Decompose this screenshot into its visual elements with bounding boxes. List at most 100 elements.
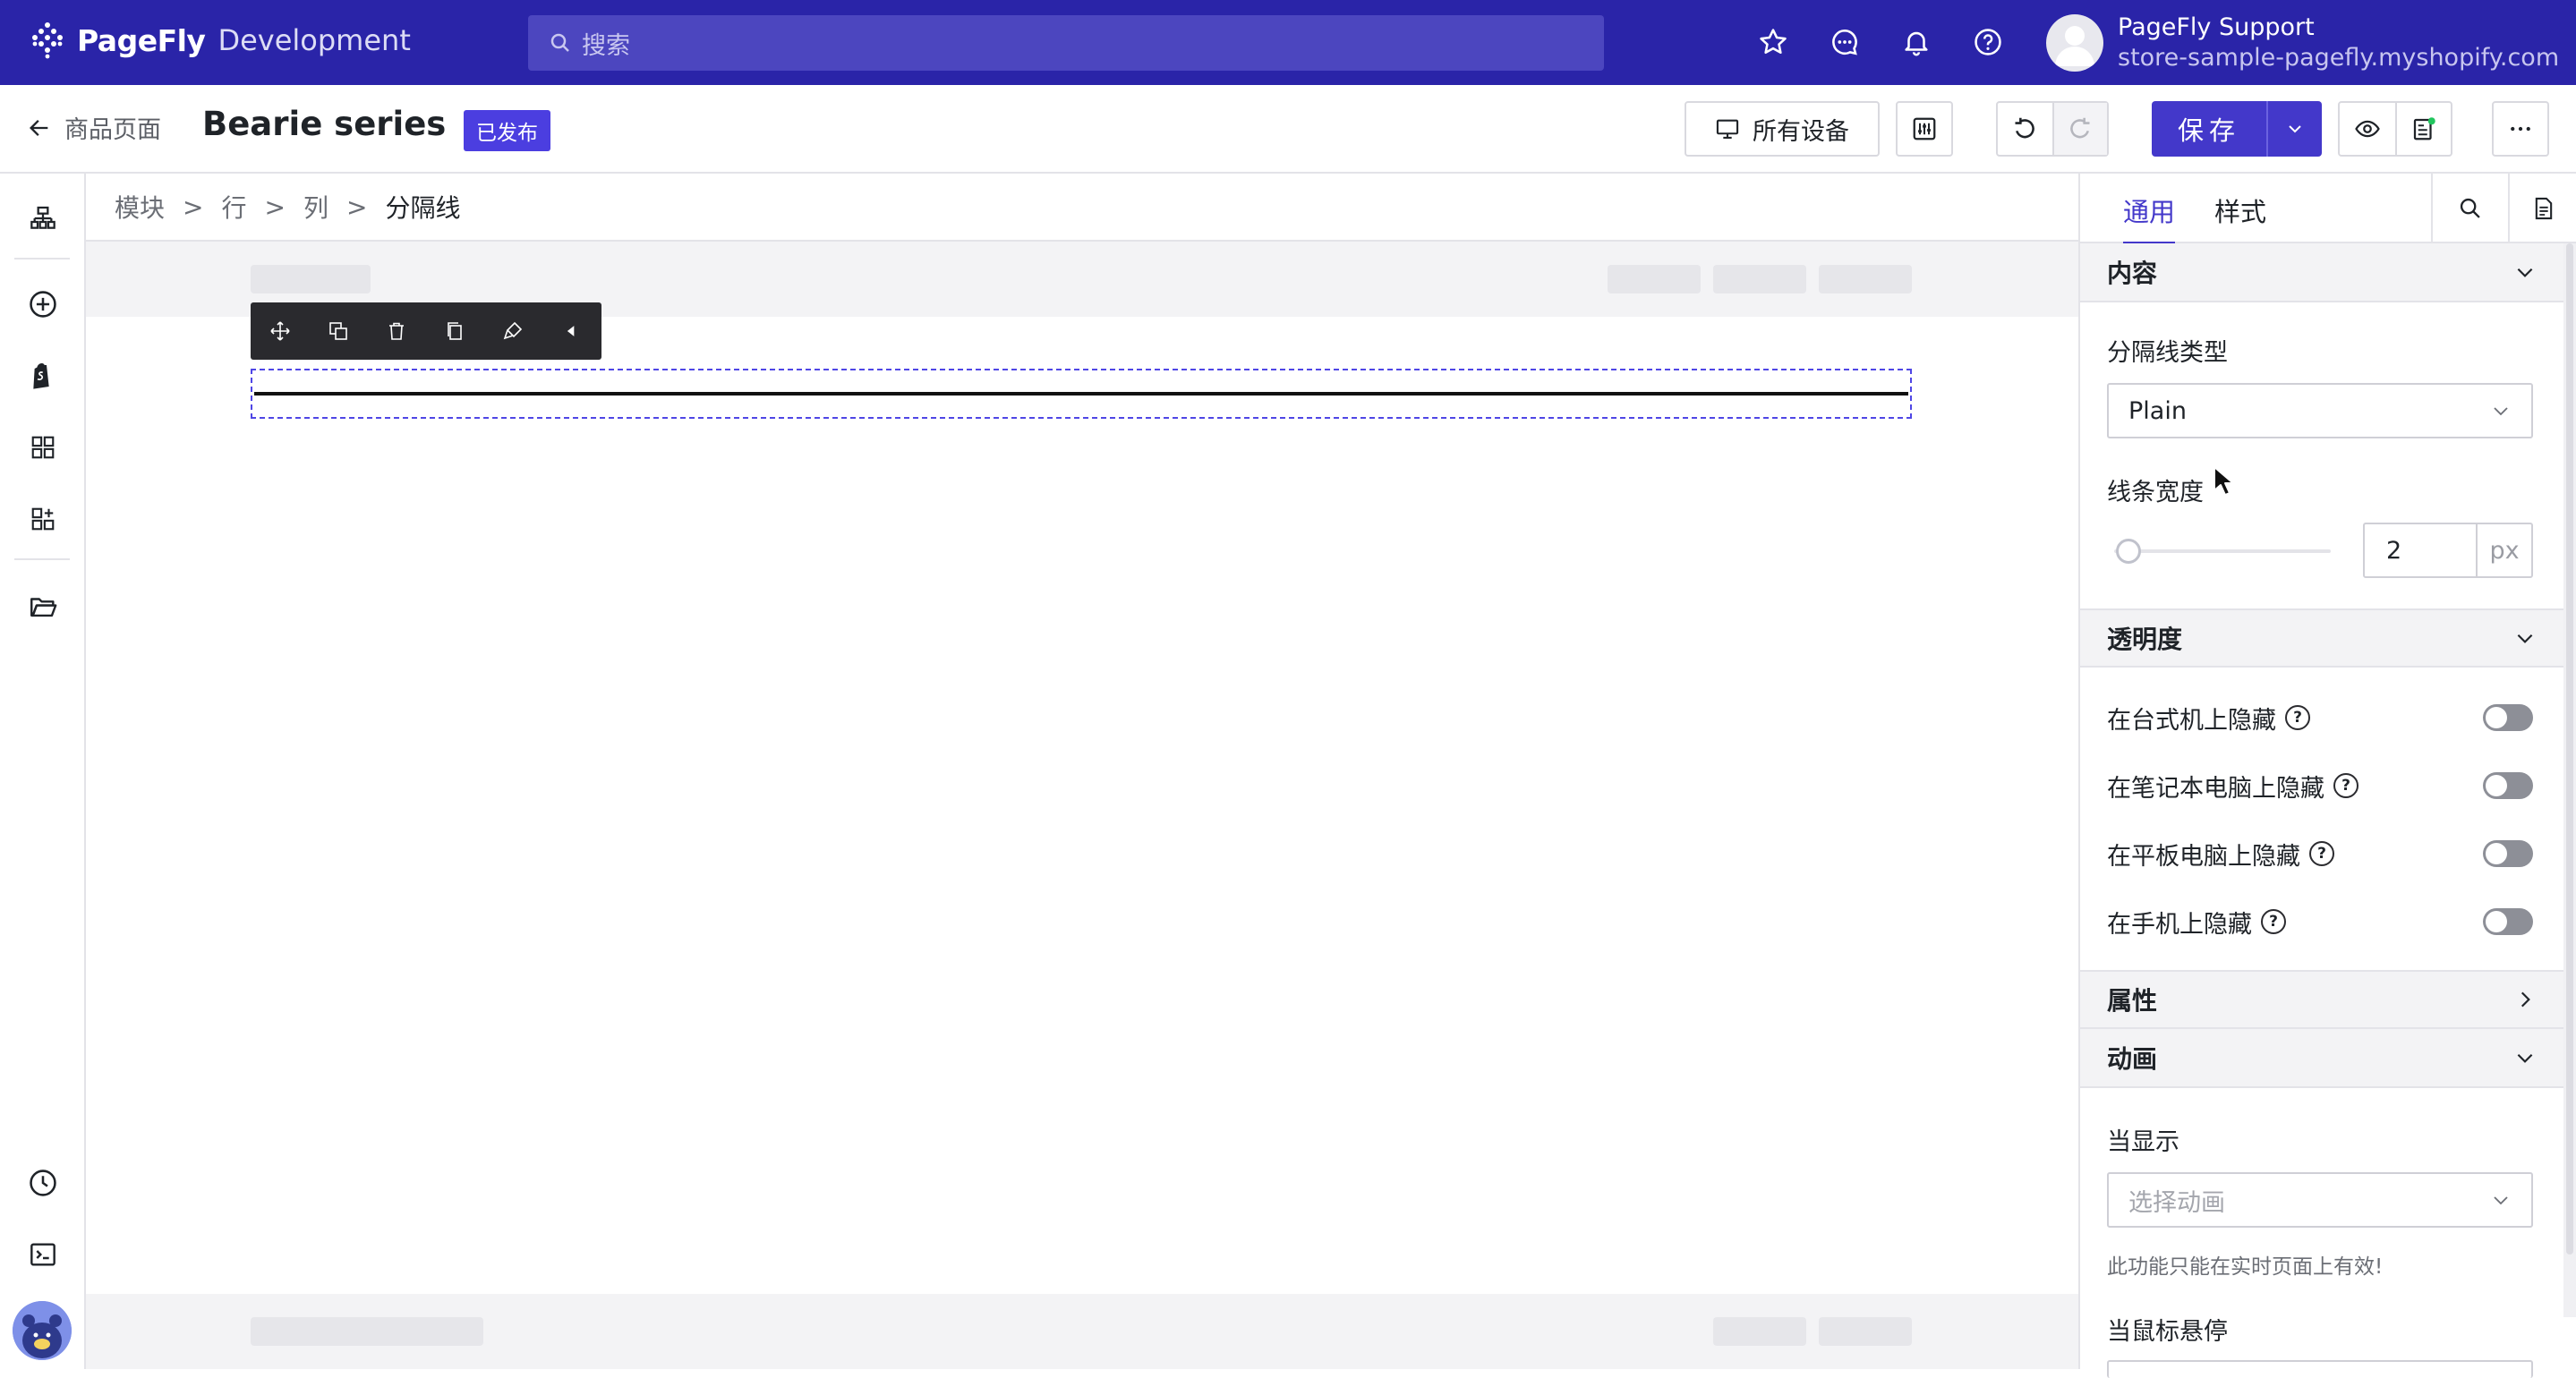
line-width-slider-handle[interactable] [2116,539,2141,564]
divider-type-value: Plain [2128,396,2187,425]
section-attributes-header[interactable]: 属性 [2080,970,2563,1029]
help-icon[interactable]: ? [2333,773,2358,798]
preview-group [2338,101,2452,157]
hide-on-laptop-label: 在笔记本电脑上隐藏 [2107,774,2324,803]
move-button[interactable] [251,302,309,360]
section-animation-header[interactable]: 动画 [2080,1029,2563,1088]
help-icon[interactable] [1969,23,2007,61]
line-width-input[interactable]: 2 px [2363,523,2533,578]
chat-icon[interactable] [1826,23,1864,61]
line-width-unit[interactable]: px [2478,524,2531,576]
copy-icon [444,320,465,342]
chevron-down-icon [2513,1046,2537,1069]
hide-on-mobile-toggle[interactable] [2483,908,2533,935]
collapse-toolbar-button[interactable] [542,302,600,360]
eye-icon [2354,115,2381,142]
divider-line [254,392,1908,396]
panel-scrollbar[interactable] [2563,243,2576,1317]
hide-on-desktop-label: 在台式机上隐藏 [2107,706,2276,735]
add-apps-icon[interactable] [25,501,61,537]
user-avatar[interactable] [2046,14,2103,72]
history-icon[interactable] [25,1165,61,1201]
save-button[interactable]: 保存 [2152,101,2266,157]
page-settings-button[interactable] [1896,101,1953,157]
section-content-header[interactable]: 内容 [2080,243,2563,302]
help-icon[interactable]: ? [2285,705,2310,730]
divider-type-label: 分隔线类型 [2107,339,2228,367]
bear-avatar[interactable] [13,1301,72,1360]
chevron-down-icon [2490,400,2512,421]
pagefly-logo-icon [27,20,68,61]
mouse-cursor-icon [2213,465,2236,498]
redo-button[interactable] [2051,103,2107,155]
delete-button[interactable] [367,302,425,360]
animation-select[interactable]: 选择动画 [2107,1172,2533,1228]
breadcrumb-item-module[interactable]: 模块 [115,189,165,225]
back-link[interactable]: 商品页面 [27,110,161,145]
sections-grid-icon[interactable] [25,430,61,465]
star-icon[interactable] [1754,23,1792,61]
shopify-icon[interactable] [25,358,61,394]
search-input[interactable]: 搜索 [582,26,630,61]
breadcrumb-separator: > [264,191,286,222]
section-opacity-header[interactable]: 透明度 [2080,608,2563,668]
brush-icon [502,320,524,342]
on-hover-label: 当鼠标悬停 [2107,1318,2228,1346]
placeholder-bar [251,1317,483,1346]
breadcrumb-separator: > [345,191,368,222]
breadcrumb-item-row[interactable]: 行 [221,189,246,225]
divider-type-select[interactable]: Plain [2107,383,2533,438]
breadcrumb-current: 分隔线 [385,193,461,223]
user-menu[interactable]: PageFly Support store-sample-pagefly.mys… [2046,13,2559,73]
page-title[interactable]: Bearie series [202,105,446,143]
editor-canvas[interactable] [86,242,2078,1369]
inspector-search-button[interactable] [2431,174,2508,243]
selected-divider-element[interactable] [251,369,1912,419]
search-bar[interactable]: 搜索 [528,15,1604,71]
placeholder-bar [1819,1317,1912,1346]
hide-on-desktop-toggle[interactable] [2483,704,2533,731]
hide-on-mobile-row: 在手机上隐藏? [2107,904,2533,940]
chevron-down-icon [2490,1189,2512,1211]
save-options-button[interactable] [2266,101,2322,157]
help-icon[interactable]: ? [2309,841,2334,866]
undo-redo-group [1996,101,2109,157]
duplicate-button[interactable] [309,302,367,360]
page-outline-icon[interactable] [25,200,61,236]
status-badge: 已发布 [464,110,550,151]
bell-icon[interactable] [1898,23,1935,61]
element-toolbar [251,302,601,360]
hide-on-laptop-toggle[interactable] [2483,772,2533,799]
preview-button[interactable] [2340,103,2395,155]
publish-settings-button[interactable] [2395,103,2451,155]
placeholder-bar [1713,1317,1806,1346]
style-brush-button[interactable] [483,302,542,360]
line-width-slider-track[interactable] [2114,549,2331,553]
caret-left-icon [562,322,580,340]
tab-general[interactable]: 通用 [2123,191,2176,245]
hide-on-tablet-toggle[interactable] [2483,840,2533,867]
inspector-document-button[interactable] [2508,174,2576,243]
tab-style[interactable]: 样式 [2214,191,2266,242]
scrollbar-thumb[interactable] [2566,243,2573,1255]
folder-icon[interactable] [25,589,61,625]
help-icon[interactable]: ? [2261,909,2286,934]
more-options-button[interactable] [2492,101,2549,157]
chevron-right-icon [2513,988,2537,1011]
brand[interactable]: PageFly Development [27,20,411,61]
back-label: 商品页面 [64,116,161,144]
device-selector-button[interactable]: 所有设备 [1685,101,1880,157]
breadcrumb-item-column[interactable]: 列 [303,189,328,225]
line-width-value[interactable]: 2 [2365,524,2478,576]
footer-placeholder-band [86,1294,2078,1369]
hover-animation-select[interactable] [2107,1360,2533,1378]
inspector-panel: 通用 样式 内容 分隔线类型 Plain 线条宽度 2 px 透明度 在台式机上… [2078,174,2576,1378]
store-domain: store-sample-pagefly.myshopify.com [2118,44,2560,72]
terminal-icon[interactable] [25,1237,61,1272]
copy-button[interactable] [425,302,483,360]
document-icon [2531,196,2556,221]
desktop-icon [1715,116,1740,141]
section-title: 属性 [2107,986,2158,1016]
add-element-icon[interactable] [25,286,61,322]
undo-button[interactable] [1998,103,2052,155]
